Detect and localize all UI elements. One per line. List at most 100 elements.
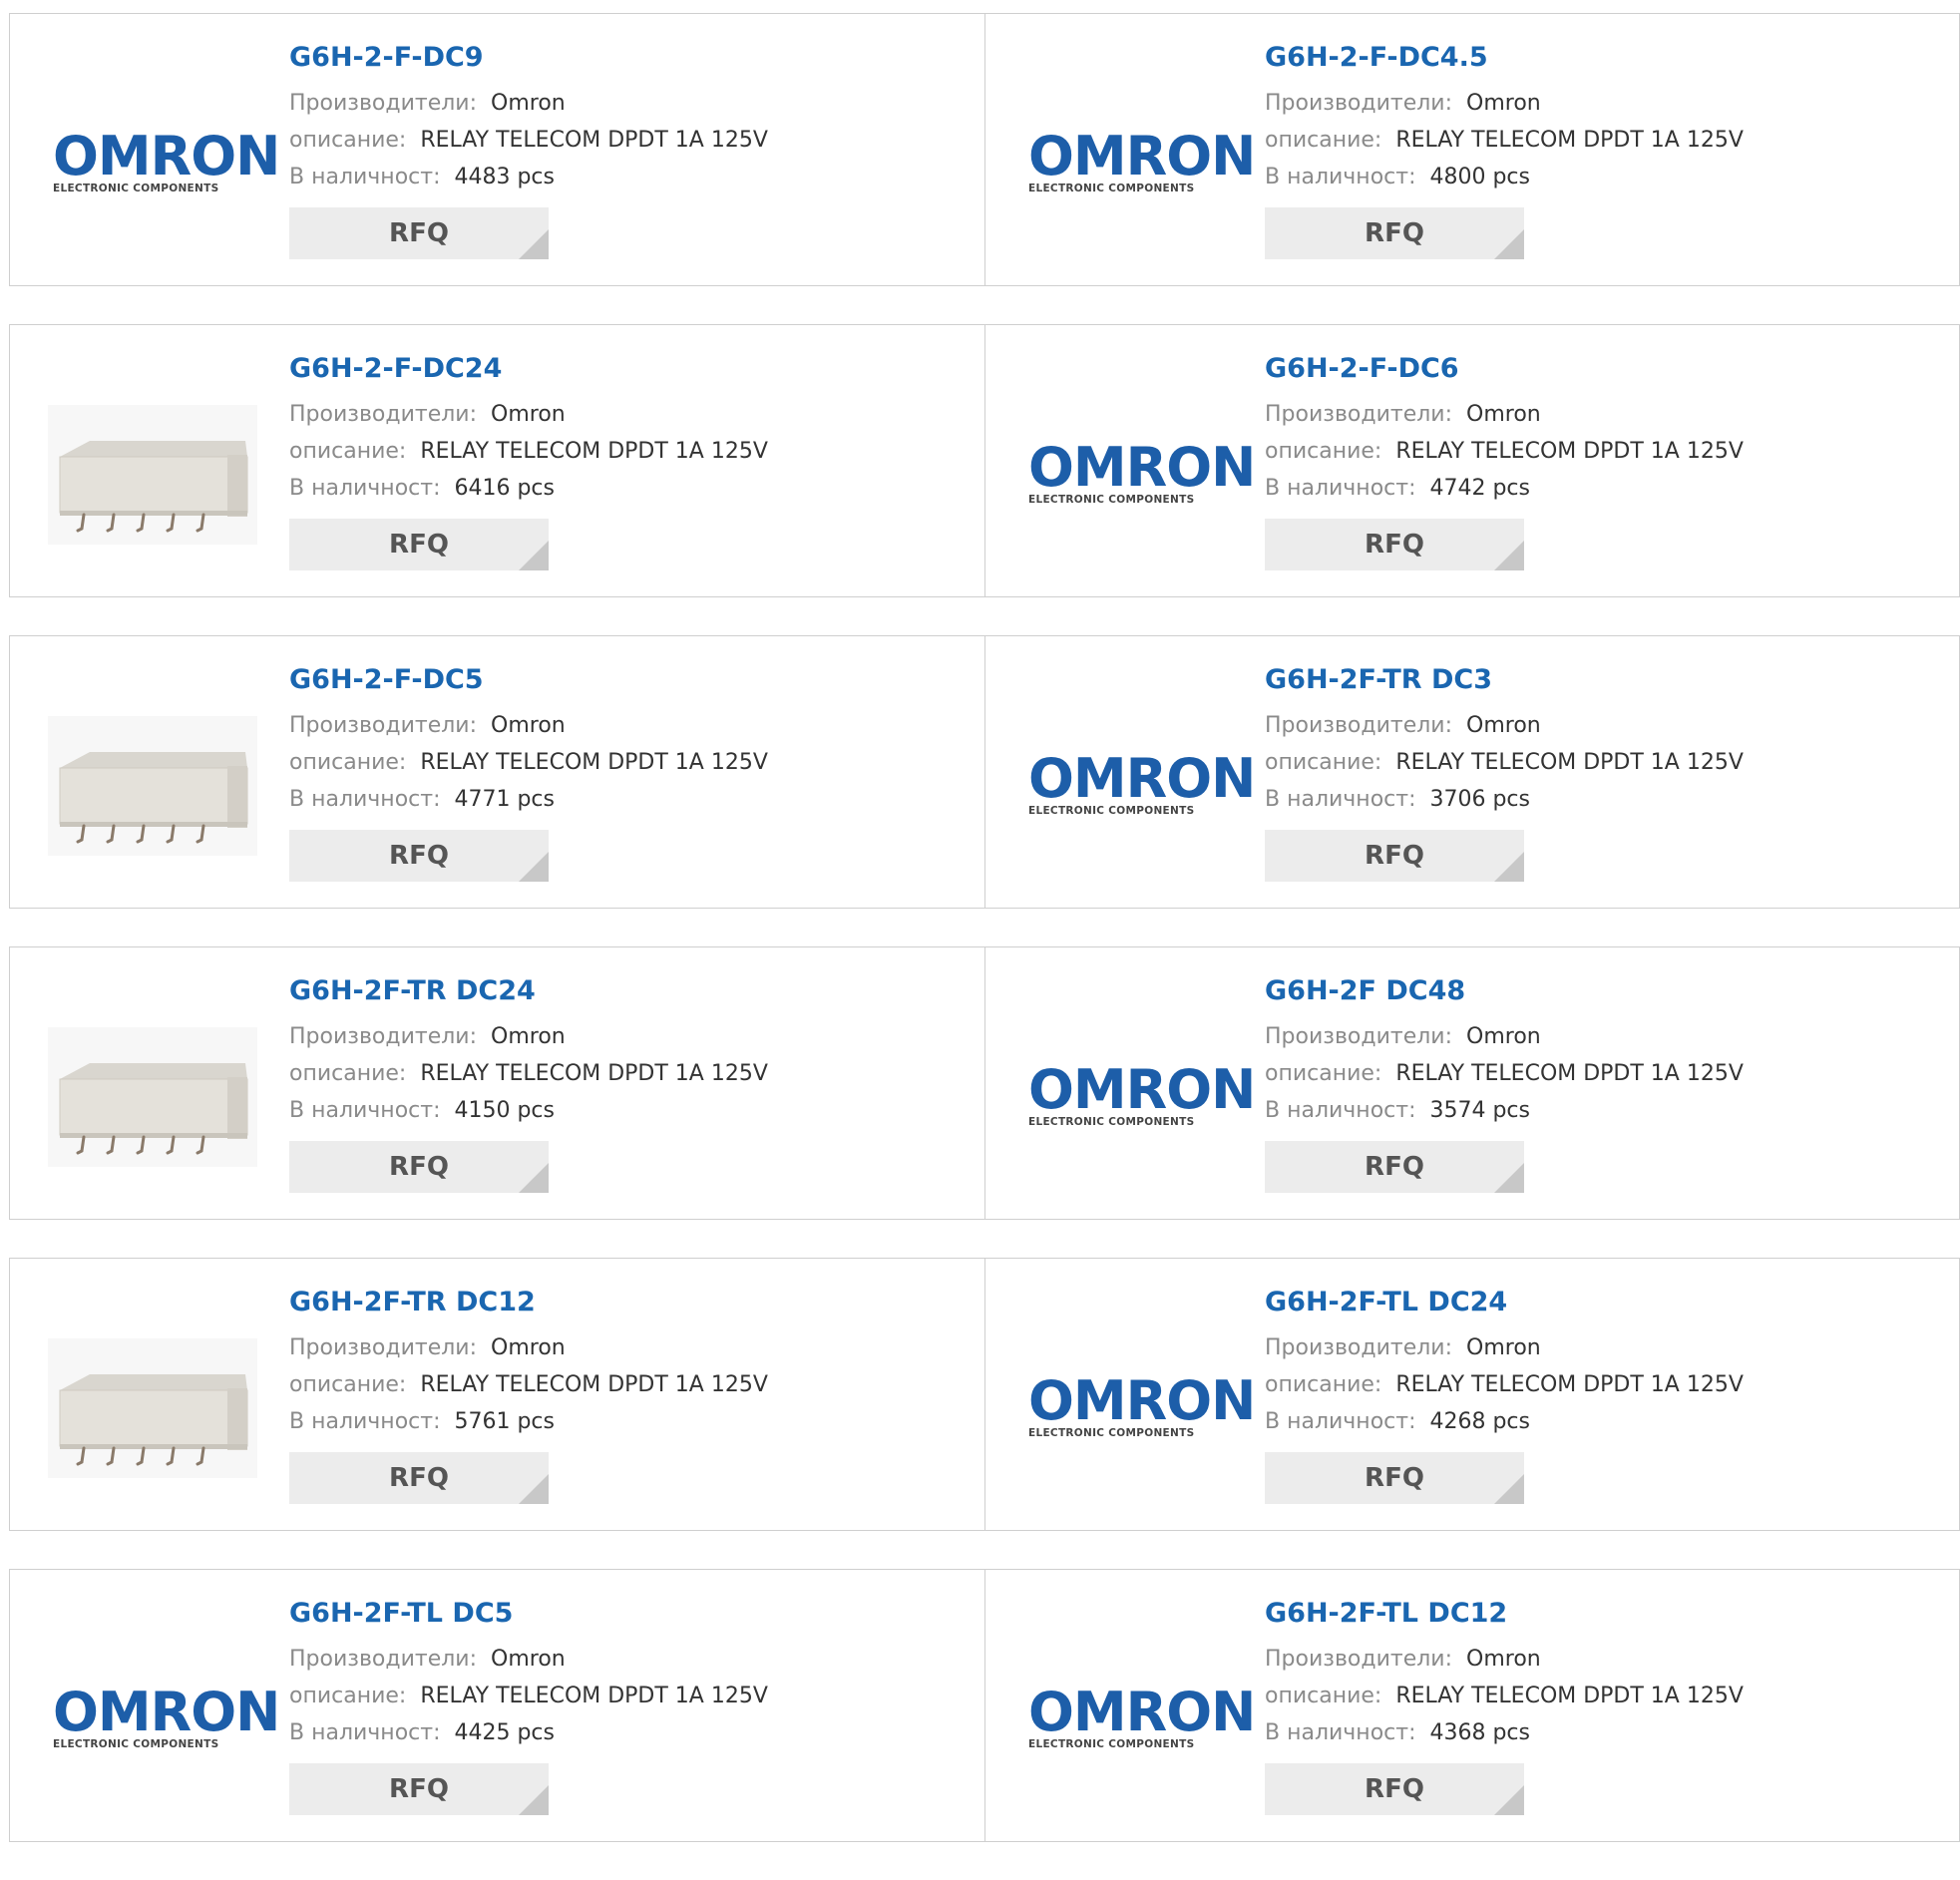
part-number-link[interactable]: G6H-2-F-DC6	[1265, 352, 1913, 386]
rfq-button[interactable]: RFQ	[1265, 207, 1524, 259]
stock-line: В наличност: 4800 pcs	[1265, 159, 1913, 195]
part-number-link[interactable]: G6H-2-F-DC4.5	[1265, 41, 1913, 75]
corner-triangle-icon	[1494, 229, 1524, 259]
product-image[interactable]	[48, 716, 257, 856]
product-image[interactable]: OMRON ELECTRONIC COMPONENTS	[1023, 405, 1256, 545]
stock-value: 4425 pcs	[454, 1720, 555, 1745]
stock-label: В наличност:	[289, 787, 441, 812]
product-image[interactable]: OMRON ELECTRONIC COMPONENTS	[1023, 1338, 1256, 1478]
stock-line: В наличност: 4483 pcs	[289, 159, 938, 195]
product-info: G6H-2F-TL DC24 Производители: Omron описа…	[1265, 1286, 1913, 1504]
product-card: OMRON ELECTRONIC COMPONENTS G6H-2-F-DC6 …	[984, 325, 1959, 596]
rfq-button[interactable]: RFQ	[289, 1763, 549, 1815]
rfq-button[interactable]: RFQ	[1265, 1763, 1524, 1815]
manufacturer-value: Omron	[1466, 713, 1541, 738]
part-number-link[interactable]: G6H-2F DC48	[1265, 974, 1913, 1008]
product-card: OMRON ELECTRONIC COMPONENTS G6H-2F-TR DC…	[984, 636, 1959, 908]
description-label: описание:	[289, 128, 407, 153]
product-image[interactable]: OMRON ELECTRONIC COMPONENTS	[1023, 716, 1256, 856]
description-label: описание:	[289, 1061, 407, 1086]
product-info: G6H-2-F-DC9 Производители: Omron описание…	[289, 41, 938, 259]
product-row: OMRON ELECTRONIC COMPONENTS G6H-2-F-DC9 …	[9, 13, 1960, 286]
corner-triangle-icon	[1494, 541, 1524, 570]
rfq-button-label: RFQ	[1365, 1152, 1424, 1182]
product-card: OMRON ELECTRONIC COMPONENTS G6H-2-F-DC4.…	[984, 14, 1959, 285]
part-number-link[interactable]: G6H-2F-TL DC12	[1265, 1597, 1913, 1631]
part-number-link[interactable]: G6H-2-F-DC24	[289, 352, 938, 386]
manufacturer-value: Omron	[1466, 91, 1541, 116]
description-value: RELAY TELECOM DPDT 1A 125V	[420, 128, 768, 153]
manufacturer-line: Производители: Omron	[289, 707, 938, 744]
relay-image	[48, 1338, 257, 1478]
product-image[interactable]	[48, 1027, 257, 1167]
corner-triangle-icon	[519, 541, 549, 570]
corner-triangle-icon	[1494, 1785, 1524, 1815]
logo-wordmark: OMRON	[53, 1681, 280, 1743]
product-row: G6H-2-F-DC24 Производители: Omron описани…	[9, 324, 1960, 597]
omron-logo: OMRON ELECTRONIC COMPONENTS	[1028, 130, 1256, 195]
part-number-link[interactable]: G6H-2-F-DC9	[289, 41, 938, 75]
description-line: описание: RELAY TELECOM DPDT 1A 125V	[289, 1366, 938, 1403]
rfq-button[interactable]: RFQ	[1265, 519, 1524, 570]
manufacturer-line: Производители: Omron	[289, 85, 938, 122]
omron-logo: OMRON ELECTRONIC COMPONENTS	[1028, 441, 1256, 507]
rfq-button[interactable]: RFQ	[1265, 830, 1524, 882]
product-card: G6H-2-F-DC5 Производители: Omron описание…	[10, 636, 984, 908]
corner-triangle-icon	[1494, 1474, 1524, 1504]
manufacturer-value: Omron	[1466, 402, 1541, 427]
manufacturer-label: Производители:	[1265, 1647, 1453, 1672]
product-image[interactable]: OMRON ELECTRONIC COMPONENTS	[1023, 1027, 1256, 1167]
stock-label: В наличност:	[1265, 165, 1416, 189]
rfq-button-label: RFQ	[389, 841, 449, 871]
description-line: описание: RELAY TELECOM DPDT 1A 125V	[289, 1055, 938, 1092]
rfq-button-label: RFQ	[389, 1152, 449, 1182]
product-image[interactable]: OMRON ELECTRONIC COMPONENTS	[1023, 94, 1256, 233]
product-image[interactable]	[48, 1338, 257, 1478]
part-number-link[interactable]: G6H-2F-TL DC5	[289, 1597, 938, 1631]
manufacturer-line: Производители: Omron	[289, 1641, 938, 1678]
product-image[interactable]: OMRON ELECTRONIC COMPONENTS	[1023, 1650, 1256, 1789]
product-card: OMRON ELECTRONIC COMPONENTS G6H-2F-TL DC…	[984, 1259, 1959, 1530]
manufacturer-line: Производители: Omron	[1265, 85, 1913, 122]
rfq-button[interactable]: RFQ	[289, 519, 549, 570]
product-card: OMRON ELECTRONIC COMPONENTS G6H-2-F-DC9 …	[10, 14, 984, 285]
product-image[interactable]	[48, 405, 257, 545]
stock-value: 4800 pcs	[1429, 165, 1530, 189]
part-number-link[interactable]: G6H-2-F-DC5	[289, 663, 938, 697]
part-number-link[interactable]: G6H-2F-TL DC24	[1265, 1286, 1913, 1319]
rfq-button-label: RFQ	[1365, 1774, 1424, 1804]
description-value: RELAY TELECOM DPDT 1A 125V	[420, 1684, 768, 1708]
stock-line: В наличност: 5761 pcs	[289, 1403, 938, 1440]
part-number-link[interactable]: G6H-2F-TR DC12	[289, 1286, 938, 1319]
product-image[interactable]: OMRON ELECTRONIC COMPONENTS	[48, 94, 280, 233]
product-info: G6H-2-F-DC24 Производители: Omron описани…	[289, 352, 938, 570]
part-number-link[interactable]: G6H-2F-TR DC3	[1265, 663, 1913, 697]
rfq-button[interactable]: RFQ	[289, 1452, 549, 1504]
stock-line: В наличност: 4425 pcs	[289, 1714, 938, 1751]
stock-value: 3574 pcs	[1429, 1098, 1530, 1123]
product-info: G6H-2F-TL DC12 Производители: Omron описа…	[1265, 1597, 1913, 1815]
logo-wordmark: OMRON	[1028, 1058, 1256, 1121]
description-value: RELAY TELECOM DPDT 1A 125V	[420, 1061, 768, 1086]
part-number-link[interactable]: G6H-2F-TR DC24	[289, 974, 938, 1008]
description-label: описание:	[289, 439, 407, 464]
product-image[interactable]: OMRON ELECTRONIC COMPONENTS	[48, 1650, 280, 1789]
corner-triangle-icon	[519, 1474, 549, 1504]
description-line: описание: RELAY TELECOM DPDT 1A 125V	[1265, 1678, 1913, 1714]
rfq-button[interactable]: RFQ	[1265, 1141, 1524, 1193]
rfq-button[interactable]: RFQ	[289, 830, 549, 882]
omron-logo: OMRON ELECTRONIC COMPONENTS	[1028, 1686, 1256, 1751]
product-info: G6H-2F-TR DC3 Производители: Omron описан…	[1265, 663, 1913, 882]
rfq-button[interactable]: RFQ	[289, 1141, 549, 1193]
product-info: G6H-2-F-DC6 Производители: Omron описание…	[1265, 352, 1913, 570]
stock-label: В наличност:	[289, 476, 441, 501]
rfq-button[interactable]: RFQ	[289, 207, 549, 259]
manufacturer-value: Omron	[491, 1024, 566, 1049]
logo-wordmark: OMRON	[1028, 1369, 1256, 1432]
stock-line: В наличност: 4742 pcs	[1265, 470, 1913, 507]
corner-triangle-icon	[519, 852, 549, 882]
manufacturer-line: Производители: Omron	[1265, 396, 1913, 433]
product-info: G6H-2-F-DC5 Производители: Omron описание…	[289, 663, 938, 882]
rfq-button[interactable]: RFQ	[1265, 1452, 1524, 1504]
manufacturer-label: Производители:	[1265, 1335, 1453, 1360]
